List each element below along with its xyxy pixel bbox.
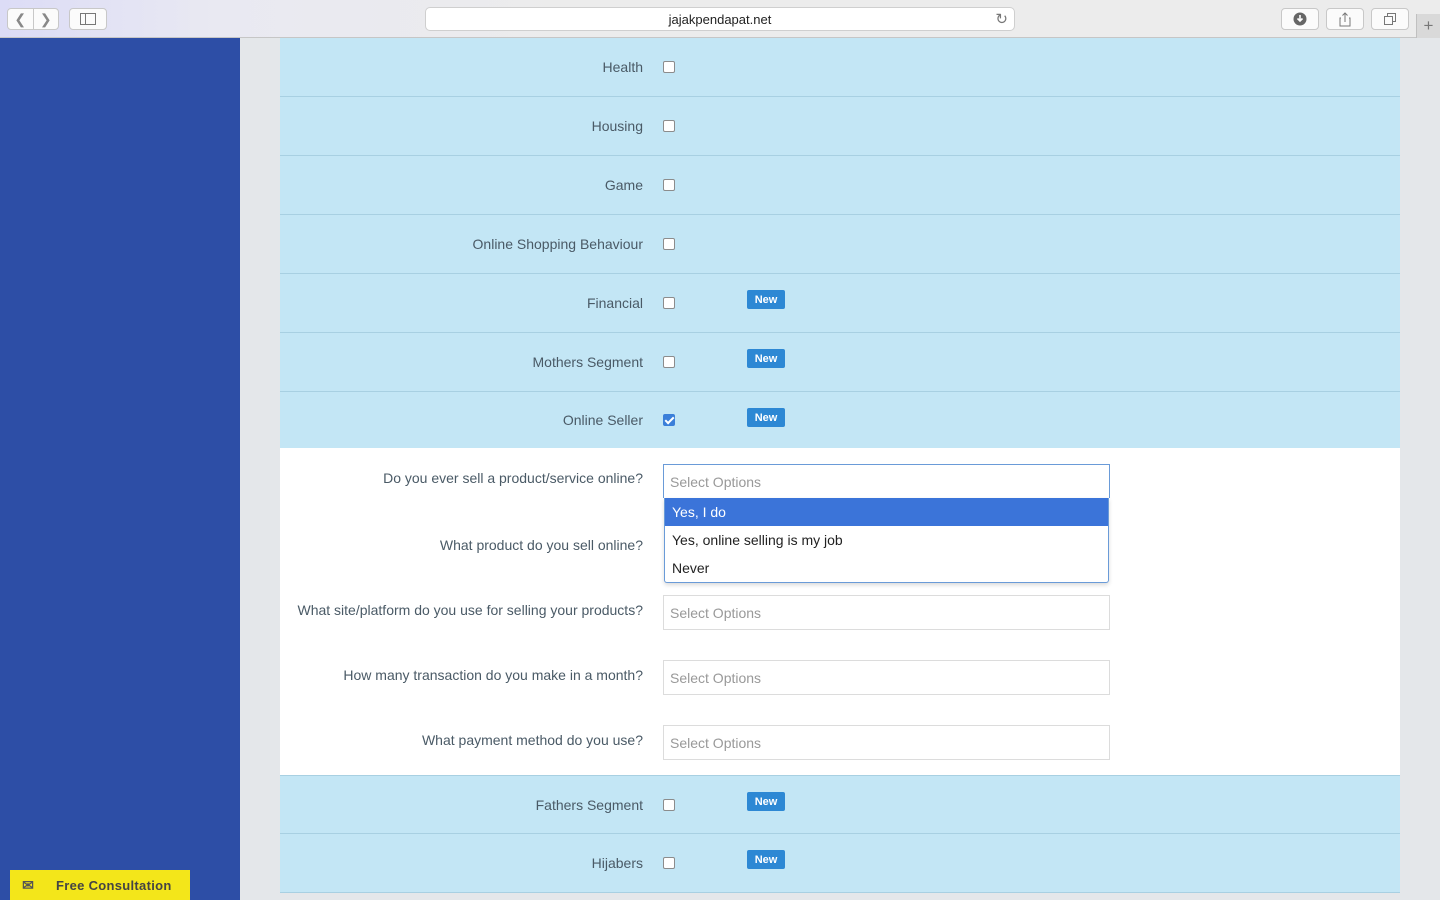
category-row-online-seller: Online Seller New [280, 392, 1400, 449]
transaction-count-select[interactable]: Select Options [663, 660, 1110, 695]
category-list-top: Health Housing Game Online Shopping Beha… [280, 38, 1400, 449]
new-badge: New [747, 408, 785, 427]
sidebar-icon [80, 13, 96, 25]
reload-icon[interactable]: ↻ [995, 10, 1008, 28]
question-label: What product do you sell online? [439, 537, 643, 553]
new-tab-button[interactable]: + [1416, 14, 1440, 38]
category-checkbox[interactable] [663, 798, 675, 811]
category-label: Health [602, 59, 643, 75]
category-row-health: Health [280, 38, 1400, 97]
question-label: What site/platform do you use for sellin… [297, 602, 643, 618]
category-row-game: Game [280, 156, 1400, 215]
envelope-icon: ✉ [22, 876, 34, 893]
free-consultation-button[interactable]: ✉ Free Consultation [10, 870, 190, 900]
download-icon [1293, 12, 1307, 26]
category-row-housing: Housing [280, 97, 1400, 156]
sidebar-toggle-button[interactable] [69, 8, 107, 30]
category-label: Mothers Segment [532, 354, 644, 370]
question-label: Do you ever sell a product/service onlin… [383, 470, 643, 486]
new-badge: New [747, 850, 785, 869]
platform-select[interactable]: Select Options [663, 595, 1110, 630]
sell-online-select[interactable]: Select Options [663, 464, 1110, 498]
category-list-bottom: Fathers Segment New Hijabers New [280, 775, 1400, 893]
tabs-icon [1384, 13, 1396, 25]
forward-button[interactable]: ❯ [34, 9, 59, 29]
downloads-button[interactable] [1281, 8, 1319, 30]
share-icon [1339, 11, 1351, 26]
category-checkbox[interactable] [663, 297, 675, 309]
category-label: Game [604, 177, 643, 193]
consultation-label: Free Consultation [56, 877, 172, 893]
category-label: Housing [591, 118, 643, 134]
category-row-hijabers: Hijabers New [280, 834, 1400, 893]
category-checkbox-checked[interactable] [663, 414, 675, 426]
question-label: How many transaction do you make in a mo… [343, 667, 643, 683]
dropdown-option[interactable]: Yes, online selling is my job [665, 526, 1108, 554]
back-button[interactable]: ❮ [8, 9, 34, 29]
category-checkbox[interactable] [663, 179, 675, 191]
category-checkbox[interactable] [663, 238, 675, 250]
select-placeholder: Select Options [670, 473, 762, 490]
sell-online-dropdown: Yes, I do Yes, online selling is my job … [664, 498, 1109, 583]
category-checkbox[interactable] [663, 356, 675, 368]
category-label: Financial [586, 295, 643, 311]
payment-method-select[interactable]: Select Options [663, 725, 1110, 760]
category-label: Hijabers [591, 855, 643, 871]
category-checkbox[interactable] [663, 120, 675, 132]
select-placeholder: Select Options [670, 669, 762, 686]
nav-buttons: ❮ ❯ [7, 8, 59, 30]
category-checkbox[interactable] [663, 857, 675, 869]
category-checkbox[interactable] [663, 61, 675, 73]
left-sidebar [0, 38, 240, 900]
new-badge: New [747, 349, 785, 368]
select-placeholder: Select Options [670, 604, 762, 621]
new-badge: New [747, 792, 785, 811]
category-row-online-shopping: Online Shopping Behaviour [280, 215, 1400, 274]
category-label: Fathers Segment [535, 796, 643, 813]
category-row-mothers-segment: Mothers Segment New [280, 333, 1400, 392]
select-placeholder: Select Options [670, 734, 762, 751]
browser-toolbar: ❮ ❯ jajakpendapat.net ↻ + [0, 0, 1440, 38]
dropdown-option[interactable]: Never [665, 554, 1108, 582]
question-label: What payment method do you use? [421, 732, 643, 748]
url-text: jajakpendapat.net [668, 11, 772, 27]
new-badge: New [747, 290, 785, 309]
category-label: Online Seller [562, 412, 643, 428]
share-button[interactable] [1326, 8, 1364, 30]
category-row-fathers-segment: Fathers Segment New [280, 775, 1400, 834]
dropdown-option[interactable]: Yes, I do [665, 498, 1108, 526]
category-row-financial: Financial New [280, 274, 1400, 333]
category-label: Online Shopping Behaviour [472, 236, 643, 252]
address-bar[interactable]: jajakpendapat.net ↻ [425, 7, 1015, 31]
online-seller-questions: Do you ever sell a product/service onlin… [280, 448, 1400, 775]
tabs-overview-button[interactable] [1371, 8, 1409, 30]
